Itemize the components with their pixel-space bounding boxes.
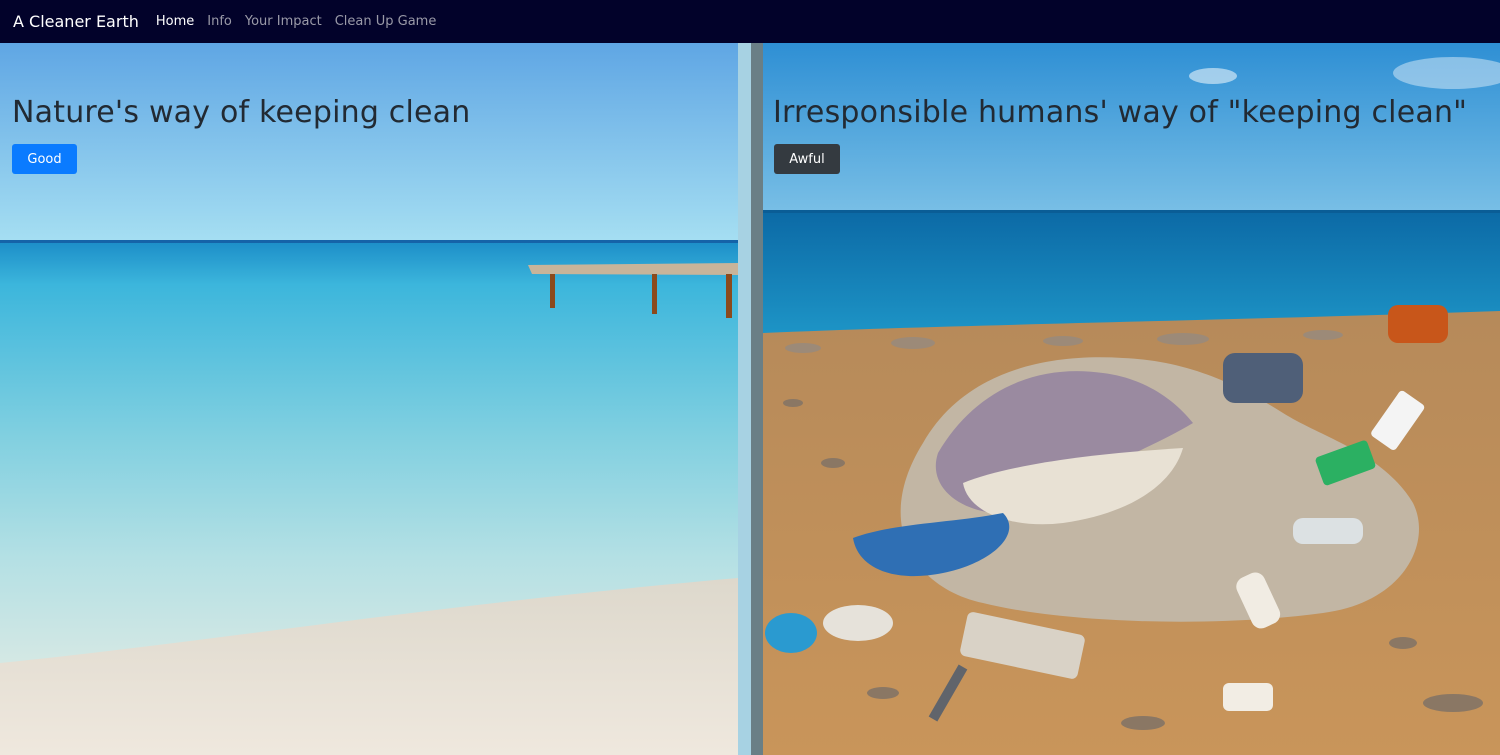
- right-headline: Irresponsible humans' way of "keeping cl…: [773, 95, 1468, 130]
- nav-link-your-impact[interactable]: Your Impact: [245, 14, 322, 29]
- nav-link-home[interactable]: Home: [156, 14, 194, 29]
- nav-link-clean-up-game[interactable]: Clean Up Game: [335, 14, 437, 29]
- clean-beach-image: [0, 43, 738, 755]
- polluted-beach-panel: Irresponsible humans' way of "keeping cl…: [763, 43, 1500, 755]
- polluted-beach-image: [763, 43, 1500, 755]
- brand-link[interactable]: A Cleaner Earth: [13, 12, 139, 31]
- good-button[interactable]: Good: [12, 144, 77, 174]
- top-navbar: A Cleaner Earth Home Info Your Impact Cl…: [0, 0, 1500, 43]
- panel-divider-light: [738, 43, 751, 755]
- awful-button[interactable]: Awful: [774, 144, 840, 174]
- left-headline: Nature's way of keeping clean: [12, 95, 471, 130]
- nav-link-info[interactable]: Info: [207, 14, 232, 29]
- rusty-barrel: [1388, 305, 1448, 343]
- panel-divider-dark: [751, 43, 763, 755]
- clean-beach-panel: Nature's way of keeping clean Good: [0, 43, 738, 755]
